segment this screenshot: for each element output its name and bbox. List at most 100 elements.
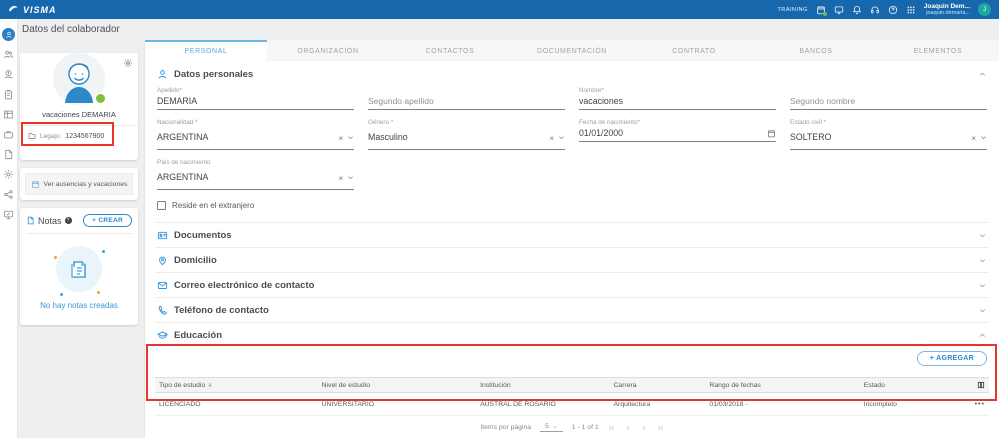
sidebar-item-people[interactable]: [3, 49, 15, 61]
legajo-value: 1234567900: [65, 132, 105, 140]
cell-rango: 01/03/2018 -: [709, 400, 748, 408]
field-segundo-apellido[interactable]: Segundo apellido: [368, 87, 565, 110]
sidebar-item-briefcase[interactable]: [3, 129, 15, 141]
page-size-value: 5: [545, 423, 549, 430]
chevron-down-icon: [978, 256, 987, 265]
calendar-check-icon[interactable]: [816, 5, 827, 16]
headset-icon[interactable]: [870, 5, 880, 15]
field-label: [790, 87, 987, 95]
column-header-carrera[interactable]: Carrera: [610, 382, 706, 389]
items-per-page-label: Items por página: [480, 424, 532, 431]
sidebar-item-employee-profile[interactable]: [2, 28, 15, 41]
tab-contactos[interactable]: CONTACTOS: [389, 40, 511, 61]
bell-icon[interactable]: [852, 5, 862, 15]
caret-down-icon: [552, 425, 557, 428]
tab-contrato[interactable]: CONTRATO: [633, 40, 755, 61]
row-menu-icon[interactable]: •••: [956, 401, 989, 408]
tab-organizacion[interactable]: ORGANIZACIÓN: [267, 40, 389, 61]
sidebar-item-documents[interactable]: [3, 149, 15, 161]
column-header-nivel[interactable]: Nivel de estudio: [318, 382, 476, 389]
chevron-up-icon: [978, 70, 987, 79]
user-block[interactable]: Joaquin Dem... joaquin.demaria...: [924, 3, 970, 17]
sidebar-item-payments[interactable]: [3, 69, 15, 81]
envelope-icon: [157, 280, 168, 291]
personal-fields: Apellido* DEMARIA Segundo apellido Nombr…: [155, 85, 989, 190]
add-education-button[interactable]: + AGREGAR: [916, 351, 987, 366]
column-header-estado[interactable]: Estado: [860, 382, 956, 389]
field-nacionalidad[interactable]: Nacionalidad * ARGENTINA: [157, 119, 354, 150]
first-page-icon[interactable]: [608, 424, 616, 432]
profile-avatar[interactable]: [53, 53, 107, 105]
caret-down-icon[interactable]: [980, 134, 987, 141]
brand-text: VISMA: [23, 4, 57, 15]
field-segundo-nombre[interactable]: Segundo nombre: [790, 87, 987, 110]
view-absences-button[interactable]: Ver ausencias y vacaciones: [25, 173, 133, 195]
section-title: Educación: [174, 329, 223, 341]
info-icon[interactable]: ?: [64, 217, 72, 224]
field-pais-nacimiento[interactable]: País de nacimiento ARGENTINA: [157, 159, 354, 190]
tab-bancos[interactable]: BANCOS: [755, 40, 877, 61]
cell-nivel: UNIVERSITARIO: [321, 400, 374, 408]
education-table-header: Tipo de estudio Nivel de estudio Institu…: [155, 377, 989, 393]
column-header-tipo-sort[interactable]: Tipo de estudio: [155, 382, 318, 389]
clear-icon[interactable]: [549, 128, 554, 146]
clear-icon[interactable]: [971, 128, 976, 146]
section-datos-personales-header[interactable]: Datos personales: [155, 61, 989, 85]
chevron-up-icon: [978, 331, 987, 340]
sidebar-item-workstation[interactable]: [3, 209, 15, 221]
sidebar-item-tables[interactable]: [3, 109, 15, 121]
apps-grid-icon[interactable]: [906, 5, 916, 15]
caret-down-icon[interactable]: [558, 134, 565, 141]
visma-logo[interactable]: VISMA: [8, 4, 57, 15]
monitor-icon[interactable]: [834, 5, 844, 15]
field-label: País de nacimiento: [157, 159, 211, 166]
field-value: SOLTERO: [790, 132, 832, 142]
caret-down-icon[interactable]: [347, 134, 354, 141]
page-size-select[interactable]: 5: [540, 423, 563, 432]
checkbox-label: Reside en el extranjero: [172, 201, 255, 210]
topbar: VISMA TRAINING Joaquin Dem... joaquin.de…: [0, 0, 999, 19]
section-title: Documentos: [174, 229, 232, 241]
sidebar-item-clipboard[interactable]: [3, 89, 15, 101]
section-educacion-header[interactable]: Educación: [155, 322, 989, 347]
tab-personal[interactable]: PERSONAL: [145, 40, 267, 61]
caret-down-icon[interactable]: [347, 174, 354, 181]
user-avatar[interactable]: J: [978, 3, 991, 16]
column-header-institucion[interactable]: Institución: [476, 382, 609, 389]
calendar-icon[interactable]: [767, 129, 776, 138]
notes-title: Notas: [38, 215, 62, 226]
id-card-icon: [157, 230, 168, 241]
field-label: Fecha de nacimiento*: [579, 119, 640, 126]
prev-page-icon[interactable]: [624, 424, 632, 432]
section-documentos-header[interactable]: Documentos: [155, 222, 989, 247]
field-estado-civil[interactable]: Estado civil * SOLTERO: [790, 119, 987, 150]
field-genero[interactable]: Género * Masculino: [368, 119, 565, 150]
education-body: + AGREGAR Tipo de estudio Nivel de estud…: [155, 347, 989, 438]
notes-card: Notas ? + CREAR No hay notas creadas: [20, 208, 138, 325]
checkbox-reside-extranjero[interactable]: [157, 201, 166, 210]
field-apellido[interactable]: Apellido* DEMARIA: [157, 87, 354, 110]
table-row[interactable]: LICENCIADO UNIVERSITARIO AUSTRAL DE ROSA…: [155, 393, 989, 416]
column-header-rango[interactable]: Rango de fechas: [705, 382, 859, 389]
field-nombre[interactable]: Nombre* vacaciones: [579, 87, 776, 110]
tab-elementos[interactable]: ELEMENTOS: [877, 40, 999, 61]
phone-icon: [157, 305, 168, 316]
clear-icon[interactable]: [338, 168, 343, 186]
section-domicilio-header[interactable]: Domicilio: [155, 247, 989, 272]
field-fecha-nacimiento[interactable]: Fecha de nacimiento* 01/01/2000: [579, 119, 776, 150]
section-correo-header[interactable]: Correo electrónico de contacto: [155, 272, 989, 297]
clear-icon[interactable]: [338, 128, 343, 146]
section-telefono-header[interactable]: Teléfono de contacto: [155, 297, 989, 322]
gear-icon[interactable]: [123, 58, 133, 68]
sidebar-item-network[interactable]: [3, 189, 15, 201]
next-page-icon[interactable]: [640, 424, 648, 432]
last-page-icon[interactable]: [656, 424, 664, 432]
column-settings-icon[interactable]: [956, 381, 989, 389]
presence-status-dot: [94, 92, 107, 105]
tab-content: Datos personales Apellido* DEMARIA Segun…: [145, 61, 999, 438]
graduation-cap-icon: [157, 330, 168, 341]
create-note-button[interactable]: + CREAR: [83, 214, 132, 227]
tab-documentacion[interactable]: DOCUMENTACIÓN: [511, 40, 633, 61]
sidebar-item-settings[interactable]: [3, 169, 15, 181]
help-icon[interactable]: [888, 5, 898, 15]
